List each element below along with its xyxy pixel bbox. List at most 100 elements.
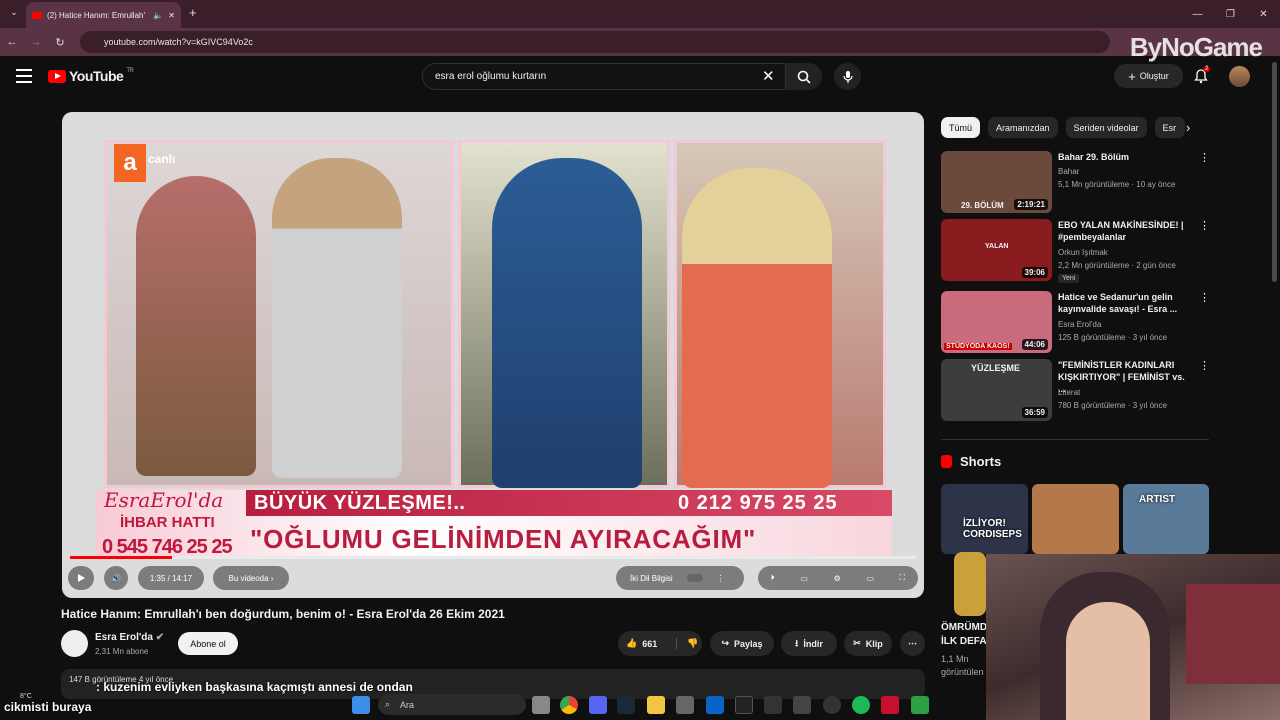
- clear-search-icon[interactable]: ✕: [762, 67, 775, 85]
- share-button[interactable]: ↪ Paylaş: [710, 631, 774, 656]
- autoplay-icon[interactable]: ⏵: [771, 573, 775, 583]
- chip-all[interactable]: Tümü: [941, 117, 981, 138]
- steam-icon[interactable]: [617, 696, 635, 714]
- rec-channel[interactable]: Literat: [1058, 388, 1080, 397]
- rec-channel[interactable]: Esra Erol'da: [1058, 320, 1101, 329]
- play-button[interactable]: [68, 566, 94, 590]
- dub-label: İki Dil Bilgisi: [630, 573, 673, 583]
- address-bar-row: ← → ↻ youtube.com/watch?v=kGIVC94Vo2c: [0, 28, 1280, 56]
- volume-button[interactable]: 🔊: [104, 566, 128, 590]
- voice-search-button[interactable]: [834, 63, 861, 90]
- channel-name[interactable]: Esra Erol'da ✔: [95, 632, 164, 643]
- back-icon[interactable]: ←: [0, 36, 24, 48]
- taskbar-search[interactable]: ⌕ Ara: [378, 694, 526, 715]
- chrome-icon[interactable]: [560, 696, 578, 714]
- channel-avatar[interactable]: [61, 630, 88, 657]
- banner-title: BÜYÜK YÜZLEŞME!..: [254, 492, 466, 514]
- calculator-icon[interactable]: [676, 696, 694, 714]
- dislike-icon[interactable]: 👎: [676, 638, 698, 649]
- theater-icon[interactable]: ▭: [866, 574, 874, 583]
- minimize-icon[interactable]: —: [1181, 0, 1214, 28]
- mute-icon[interactable]: 🔈: [153, 11, 163, 20]
- thumbnail[interactable]: YÜZLEŞME 36:59: [941, 359, 1052, 421]
- rec-channel[interactable]: Bahar: [1058, 167, 1079, 176]
- reload-icon[interactable]: ↻: [48, 36, 72, 49]
- discord-icon[interactable]: [589, 696, 607, 714]
- account-avatar[interactable]: [1229, 66, 1250, 87]
- rec-channel[interactable]: Orkun Işıtmak: [1058, 248, 1108, 257]
- toggle-switch[interactable]: [686, 574, 703, 582]
- create-button[interactable]: + Oluştur: [1114, 64, 1183, 88]
- tab-close-icon[interactable]: ✕: [168, 11, 175, 20]
- like-button[interactable]: 👍 661 👎: [618, 631, 702, 656]
- rec-title[interactable]: Hatice ve Sedanur'un gelin kayınvalide s…: [1058, 291, 1194, 315]
- new-badge: Yeni: [1058, 274, 1080, 283]
- rec-title[interactable]: EBO YALAN MAKİNESİNDE! | #pembeyalanlar: [1058, 219, 1194, 243]
- url-field[interactable]: youtube.com/watch?v=kGIVC94Vo2c: [80, 31, 1110, 53]
- chip-more[interactable]: Esr: [1154, 117, 1185, 138]
- thumbnail[interactable]: STÜDYODA KAOS! 44:06: [941, 291, 1052, 353]
- app-icon[interactable]: [881, 696, 899, 714]
- chip-from-search[interactable]: Aramanızdan: [988, 117, 1058, 138]
- verified-icon: ✔: [155, 632, 165, 643]
- chapter-button[interactable]: Bu videoda ›: [213, 566, 289, 590]
- fullscreen-icon[interactable]: ⛶: [900, 573, 906, 583]
- search-button[interactable]: [786, 63, 822, 90]
- rec-more-icon[interactable]: ⋮: [1199, 219, 1210, 232]
- restore-icon[interactable]: ❐: [1214, 0, 1247, 28]
- app-icon[interactable]: [911, 696, 929, 714]
- rec-more-icon[interactable]: ⋮: [1199, 291, 1210, 304]
- more-actions-button[interactable]: ⋯: [900, 631, 925, 656]
- more-icon[interactable]: ⋮: [717, 574, 725, 583]
- window-close-icon[interactable]: ✕: [1247, 0, 1280, 28]
- rec-more-icon[interactable]: ⋮: [1199, 151, 1210, 164]
- tab-search-icon[interactable]: ⌄: [2, 7, 26, 18]
- search-input[interactable]: esra erol oğlumu kurtarın: [422, 63, 786, 90]
- menu-icon[interactable]: [16, 69, 32, 83]
- weather-widget[interactable]: 8°C: [20, 693, 32, 700]
- chip-series[interactable]: Seriden videolar: [1065, 117, 1147, 138]
- windows-start-icon[interactable]: [352, 696, 370, 714]
- thumbnail[interactable]: YALAN 39:06: [941, 219, 1052, 281]
- background-shelf: [1186, 584, 1280, 684]
- page-scrollbar[interactable]: [1272, 62, 1277, 282]
- youtube-play-icon: [48, 69, 66, 83]
- terminal-icon[interactable]: [735, 696, 753, 714]
- settings-icon[interactable]: ⚙: [834, 574, 841, 583]
- short-meta: görüntülen: [941, 667, 984, 677]
- dub-toggle[interactable]: İki Dil Bilgisi ⋮: [616, 566, 744, 590]
- clip-button[interactable]: ✂ Klip: [844, 631, 892, 656]
- recommendation-item[interactable]: STÜDYODA KAOS! 44:06 Hatice ve Sedanur'un…: [941, 291, 1211, 355]
- rec-more-icon[interactable]: ⋮: [1199, 359, 1210, 372]
- thumbs-up-icon: 👍: [626, 638, 638, 648]
- recommendation-item[interactable]: YÜZLEŞME 36:59 "FEMİNİSTLER KADINLARI KIŞ…: [941, 359, 1211, 423]
- subtitles-icon[interactable]: ▭: [800, 574, 808, 583]
- browser-tab[interactable]: (2) Hatice Hanım: Emrullah' 🔈 ✕: [26, 2, 181, 28]
- video-player[interactable]: a canlı EsraErol'da İHBAR HATTI 0 545 74…: [62, 112, 924, 598]
- spotify-icon[interactable]: [852, 696, 870, 714]
- rec-title[interactable]: Bahar 29. Bölüm: [1058, 151, 1194, 163]
- recommendation-item[interactable]: YALAN 39:06 EBO YALAN MAKİNESİNDE! | #pem…: [941, 219, 1211, 283]
- epic-games-icon[interactable]: [764, 696, 782, 714]
- obs-icon[interactable]: [823, 696, 841, 714]
- file-explorer-icon[interactable]: [532, 696, 550, 714]
- mail-icon[interactable]: [706, 696, 724, 714]
- short-caption[interactable]: ÖMRÜMD: [941, 622, 987, 633]
- short-item[interactable]: İZLİYOR! CORDISEPS: [941, 484, 1028, 554]
- short-item[interactable]: ARTIST: [1123, 484, 1209, 554]
- recommendation-item[interactable]: 29. BÖLÜM 2:19:21 Bahar 29. Bölüm Bahar 5…: [941, 151, 1211, 215]
- progress-bar[interactable]: [70, 556, 916, 559]
- chevron-right-icon[interactable]: ›: [1186, 120, 1190, 135]
- short-caption[interactable]: İLK DEFA: [941, 636, 987, 647]
- new-tab-icon[interactable]: +: [189, 5, 197, 20]
- download-button[interactable]: ⭳ İndir: [781, 631, 837, 656]
- short-item[interactable]: [1032, 484, 1119, 554]
- person-figure: [136, 176, 256, 476]
- app-icon[interactable]: [793, 696, 811, 714]
- forward-icon[interactable]: →: [24, 36, 48, 48]
- youtube-logo[interactable]: YouTube TR: [48, 68, 134, 84]
- shorts-heading: Shorts: [941, 454, 1001, 469]
- subscribe-button[interactable]: Abone ol: [178, 632, 238, 655]
- folder-icon[interactable]: [647, 696, 665, 714]
- thumbnail[interactable]: 29. BÖLÜM 2:19:21: [941, 151, 1052, 213]
